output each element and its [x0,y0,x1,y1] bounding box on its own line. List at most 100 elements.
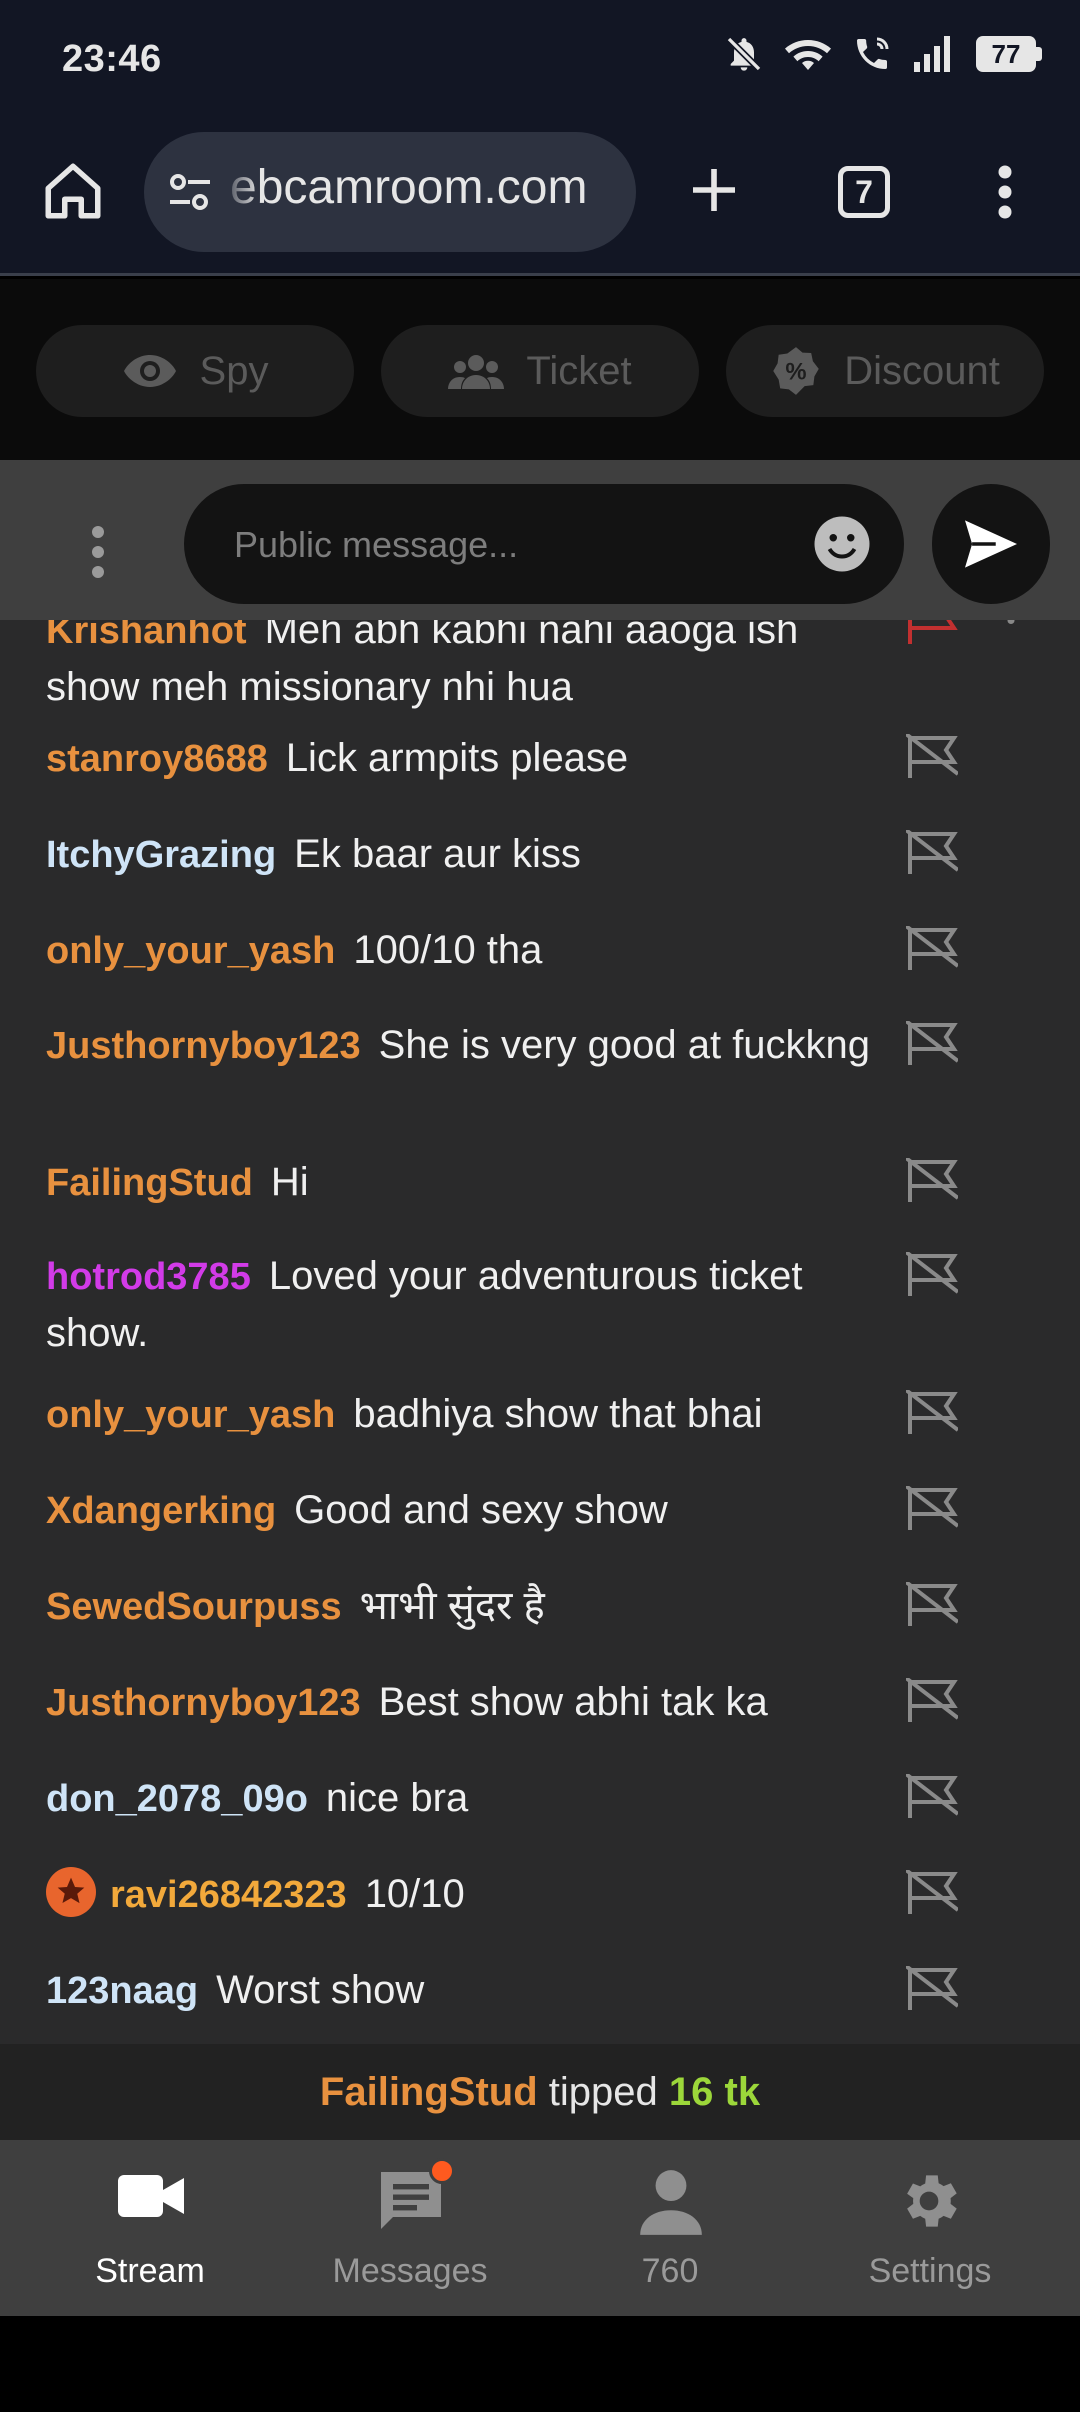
chat-message: don_2078_09o nice bra [46,1770,896,1827]
send-button[interactable] [932,484,1050,604]
signal-icon [914,36,950,72]
tab-switcher-button[interactable]: 7 [838,166,890,218]
chat-feed[interactable]: Krishanhot Meh abh kabhi nahi aaoga ish s… [0,620,1080,2044]
chat-message: SewedSourpuss भाभी सुंदर है [46,1578,896,1635]
report-flag-icon[interactable] [906,1021,958,1065]
address-bar[interactable]: ebcamroom.com [144,132,636,252]
eye-icon [123,355,176,387]
chat-message: Justhornyboy123 She is very good at fuckk… [46,1017,896,1074]
browser-toolbar: ebcamroom.com 7 [0,120,1080,276]
more-icon[interactable] [1004,620,1018,634]
discount-button[interactable]: % Discount [726,325,1044,417]
chat-username[interactable]: Krishanhot [46,620,247,652]
notification-dot [429,2158,455,2184]
chat-username[interactable]: Xdangerking [46,1490,276,1532]
chat-text: Ek baar aur kiss [294,832,581,876]
nav-users[interactable]: 760 [535,2140,805,2316]
chat-username[interactable]: stanroy8688 [46,738,268,780]
chat-text: 10/10 [364,1872,465,1916]
percent-badge-icon: % [773,347,819,395]
tip-verb: tipped [548,2070,658,2114]
spy-button[interactable]: Spy [36,325,354,417]
chat-username[interactable]: only_your_yash [46,930,335,972]
nav-settings-label: Settings [868,2252,992,2290]
chat-text: Lick armpits please [285,736,629,780]
stream-action-bar: Spy Ticket % Discount [0,279,1080,460]
status-icons: 77 [724,34,1042,74]
wifi-icon [785,40,831,70]
ticket-label: Ticket [526,348,632,393]
report-flag-icon[interactable] [906,1870,958,1914]
message-placeholder: Public message... [234,524,519,565]
system-nav-area [0,2316,1080,2412]
report-flag-icon[interactable] [906,830,958,874]
report-flag-icon[interactable] [906,1486,958,1530]
report-flag-icon[interactable] [906,734,958,778]
emoji-icon[interactable] [812,514,872,574]
gear-icon [907,2175,957,2227]
chat-username[interactable]: 123naag [46,1970,198,2012]
chat-text: Worst show [216,1968,425,2012]
videocam-icon [118,2175,184,2217]
status-time: 23:46 [62,38,162,80]
home-icon[interactable] [40,158,106,224]
chat-text: Best show abhi tak ka [378,1680,768,1724]
chat-username[interactable]: ravi26842323 [110,1874,347,1916]
tip-amount: 16 tk [668,2070,761,2114]
report-flag-icon[interactable] [906,1966,958,2010]
chat-message: 123naag Worst show [46,1962,896,2019]
nav-settings[interactable]: Settings [795,2140,1065,2316]
chat-text: nice bra [325,1776,469,1820]
composer-menu-icon[interactable] [84,522,112,582]
chat-message: ravi26842323 10/10 [46,1866,896,1923]
chat-username[interactable]: ItchyGrazing [46,834,276,876]
spy-label: Spy [199,348,269,393]
chat-username[interactable]: hotrod3785 [46,1256,251,1298]
chat-message: Krishanhot Meh abh kabhi nahi aaoga ish s… [46,620,896,715]
chat-username[interactable]: FailingStud [46,1162,253,1204]
chat-username[interactable]: SewedSourpuss [46,1586,342,1628]
chat-text: Hi [270,1160,309,1204]
new-tab-icon[interactable] [686,162,742,218]
site-settings-icon[interactable] [166,172,214,212]
bottom-navigation: Stream Messages 760 Settings [0,2140,1080,2316]
report-flag-icon[interactable] [906,1678,958,1722]
nav-messages-label: Messages [332,2252,488,2290]
chat-username[interactable]: don_2078_09o [46,1778,308,1820]
bell-off-icon [726,36,762,72]
browser-menu-icon[interactable] [990,162,1020,222]
tip-username[interactable]: FailingStud [320,2070,538,2114]
wifi-call-icon [857,37,889,69]
message-composer: Public message... [0,460,1080,620]
report-flag-icon[interactable] [906,1774,958,1818]
report-flag-icon[interactable] [906,1158,958,1202]
report-flag-icon[interactable] [906,620,958,644]
battery-icon: 77 [976,36,1042,72]
chat-username[interactable]: Justhornyboy123 [46,1025,361,1067]
chat-text: भाभी सुंदर है [359,1584,545,1628]
chat-message: ItchyGrazing Ek baar aur kiss [46,826,896,883]
send-icon [965,520,1017,568]
tip-notification: FailingStud tipped 16 tk [0,2044,1080,2140]
nav-stream[interactable]: Stream [15,2140,285,2316]
svg-text:%: % [786,359,807,386]
crown-badge-icon [46,1867,96,1918]
report-flag-icon[interactable] [906,1252,958,1296]
chat-message: hotrod3785 Loved your adventurous ticket … [46,1248,896,1361]
nav-stream-label: Stream [95,2252,205,2290]
public-message-input[interactable]: Public message... [184,484,904,604]
chat-username[interactable]: Justhornyboy123 [46,1682,361,1724]
nav-users-label: 760 [641,2252,699,2290]
chat-text: badhiya show that bhai [353,1392,763,1436]
chat-text: 100/10 tha [353,928,543,972]
report-flag-icon[interactable] [906,926,958,970]
report-flag-icon[interactable] [906,1582,958,1626]
chat-message: Justhornyboy123 Best show abhi tak ka [46,1674,896,1731]
chat-text: Good and sexy show [294,1488,668,1532]
report-flag-icon[interactable] [906,1390,958,1434]
ticket-button[interactable]: Ticket [381,325,699,417]
chat-message: only_your_yash badhiya show that bhai [46,1386,896,1443]
nav-messages[interactable]: Messages [275,2140,545,2316]
chat-username[interactable]: only_your_yash [46,1394,335,1436]
chat-message: only_your_yash 100/10 tha [46,922,896,979]
